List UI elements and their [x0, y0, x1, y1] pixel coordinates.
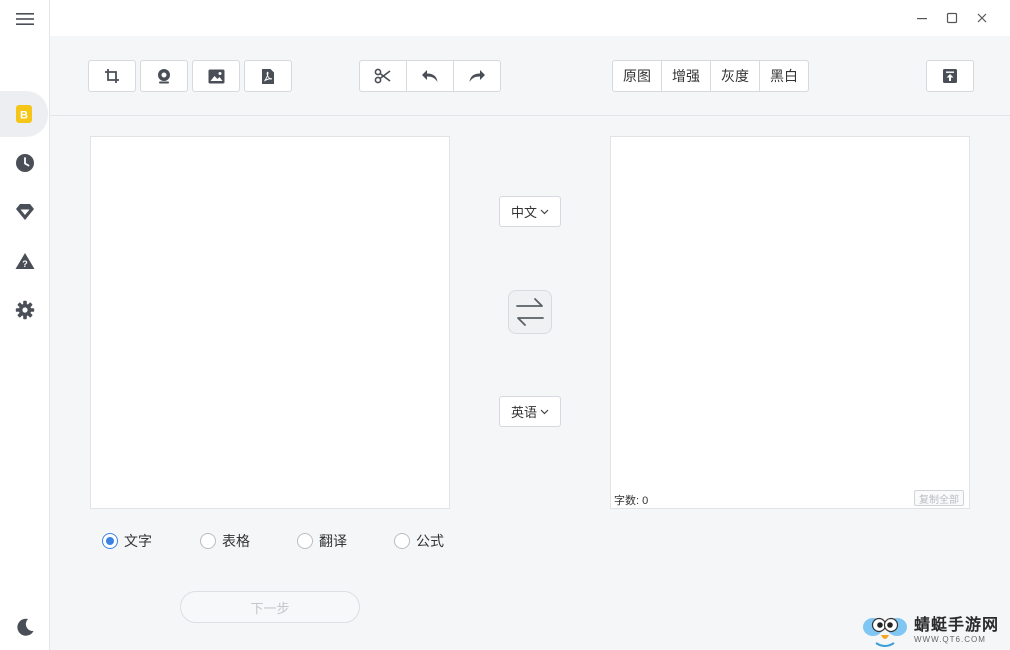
svg-text:?: ?	[22, 259, 28, 269]
mode-radio-translate[interactable]: 翻译	[297, 531, 347, 551]
pdf-button[interactable]	[244, 60, 292, 92]
redo-icon	[469, 70, 485, 82]
filter-original[interactable]: 原图	[613, 61, 662, 91]
target-language-select[interactable]: 英语	[499, 396, 561, 427]
filter-black-white[interactable]: 黑白	[760, 61, 808, 91]
chevron-down-icon	[540, 209, 549, 214]
source-language-label: 中文	[510, 205, 537, 220]
dragonfly-logo-icon	[863, 617, 907, 647]
settings-gear-icon	[15, 300, 35, 320]
redo-button[interactable]	[454, 61, 500, 91]
minimize-button[interactable]	[912, 8, 932, 28]
watermark-title: 蜻蜓手游网	[914, 617, 1000, 634]
sidebar-item-settings[interactable]	[0, 287, 50, 333]
swap-arrows-icon	[516, 298, 544, 326]
help-warning-icon: ?	[15, 253, 35, 269]
title-bar	[50, 0, 1010, 36]
ocr-badge-icon: B	[16, 105, 32, 123]
sidebar-item-history[interactable]	[0, 140, 50, 186]
image-icon	[208, 69, 224, 83]
menu-button[interactable]	[0, 0, 50, 38]
close-button[interactable]	[972, 8, 992, 28]
filter-enhance[interactable]: 增强	[662, 61, 711, 91]
target-language-label: 英语	[510, 405, 537, 420]
sidebar: B ?	[0, 0, 50, 650]
close-icon	[977, 13, 987, 23]
mode-label: 文字	[124, 533, 152, 549]
history-clock-icon	[16, 154, 34, 172]
edit-tools-group	[359, 60, 501, 92]
chevron-down-icon	[540, 409, 549, 414]
toolbar: 原图 增强 灰度 黑白	[50, 36, 1010, 116]
next-step-button[interactable]: 下一步	[180, 591, 360, 623]
screenshot-crop-icon	[105, 69, 119, 83]
maximize-button[interactable]	[942, 8, 962, 28]
menu-icon	[16, 13, 34, 25]
cut-icon	[374, 68, 391, 84]
dark-mode-toggle[interactable]	[0, 604, 50, 650]
mode-label: 公式	[416, 533, 444, 549]
sidebar-item-ocr[interactable]: B	[0, 91, 48, 137]
undo-button[interactable]	[407, 61, 454, 91]
sidebar-item-vip[interactable]	[0, 189, 50, 235]
sidebar-item-help[interactable]: ?	[0, 238, 50, 284]
minimize-icon	[917, 18, 927, 20]
radio-dot[interactable]	[297, 533, 313, 549]
radio-dot[interactable]	[102, 533, 118, 549]
source-preview-panel[interactable]	[90, 136, 450, 509]
vip-diamond-icon	[16, 204, 34, 220]
radio-dot[interactable]	[200, 533, 216, 549]
filter-grayscale[interactable]: 灰度	[711, 61, 760, 91]
watermark-url: WWW.QT6.COM	[914, 635, 986, 644]
screenshot-button[interactable]	[88, 60, 136, 92]
camera-button[interactable]	[140, 60, 188, 92]
watermark: 蜻蜓手游网 WWW.QT6.COM	[862, 612, 1010, 650]
camera-icon	[158, 69, 170, 84]
copy-all-button[interactable]: 复制全部	[914, 490, 964, 506]
mode-label: 表格	[222, 533, 250, 549]
mode-radio-formula[interactable]: 公式	[394, 531, 444, 551]
mode-radio-table[interactable]: 表格	[200, 531, 250, 551]
character-count: 字数: 0	[614, 495, 649, 507]
export-upload-icon	[943, 69, 957, 83]
result-text-panel[interactable]	[610, 136, 970, 509]
maximize-icon	[946, 12, 958, 24]
undo-icon	[422, 70, 438, 82]
source-language-select[interactable]: 中文	[499, 196, 561, 227]
ocr-badge-text: B	[20, 110, 28, 122]
pdf-icon	[262, 68, 274, 84]
image-button[interactable]	[192, 60, 240, 92]
filter-group: 原图 增强 灰度 黑白	[612, 60, 809, 92]
radio-dot[interactable]	[394, 533, 410, 549]
cut-button[interactable]	[360, 61, 407, 91]
mode-radio-text[interactable]: 文字	[102, 531, 152, 551]
dark-mode-moon-icon	[17, 618, 34, 636]
export-button[interactable]	[926, 60, 974, 92]
mode-label: 翻译	[319, 533, 347, 549]
swap-language-button[interactable]	[508, 290, 552, 334]
